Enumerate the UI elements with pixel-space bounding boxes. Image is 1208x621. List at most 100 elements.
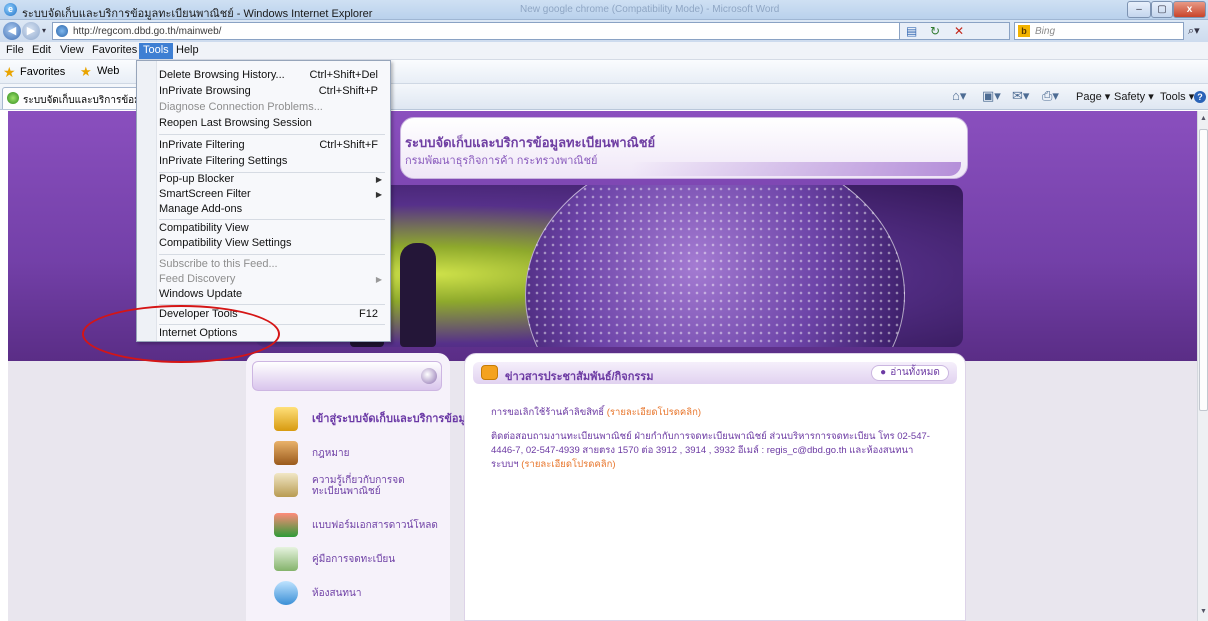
stop-icon[interactable]: ✕ (954, 24, 964, 38)
scroll-down-icon[interactable]: ▼ (1200, 608, 1207, 615)
page-menu-button[interactable]: Page ▾ (1076, 90, 1110, 103)
menu-help[interactable]: Help (172, 43, 203, 59)
menu-item-smartscreen-filter[interactable]: SmartScreen Filter (159, 188, 251, 200)
address-url[interactable]: http://regcom.dbd.go.th/mainweb/ (73, 26, 221, 37)
news-item: ติดต่อสอบถามงานทะเบียนพาณิชย์ ฝ่ายกำกับก… (491, 430, 941, 472)
book-icon (274, 547, 298, 571)
minimize-button[interactable]: – (1127, 1, 1151, 18)
menu-shortcut: Ctrl+Shift+F (319, 139, 378, 151)
pencil-icon (274, 473, 298, 497)
menu-item-inprivate-filtering-settings[interactable]: InPrivate Filtering Settings (159, 155, 287, 167)
sidebar-item-label: แบบฟอร์มเอกสารดาวน์โหลด (312, 520, 438, 531)
vertical-scrollbar[interactable]: ▲ ▼ (1197, 111, 1208, 621)
feeds-icon[interactable]: ▣▾ (982, 88, 1001, 104)
scrollbar-thumb[interactable] (1199, 129, 1208, 411)
sidebar-item-manual[interactable]: คู่มือการจดทะเบียน (254, 545, 444, 575)
scroll-up-icon[interactable]: ▲ (1200, 115, 1207, 122)
background-window-title: New google chrome (Compatibility Mode) -… (520, 4, 780, 15)
favorites-star-icon[interactable]: ★ (3, 64, 16, 81)
sidebar-item-label: กฎหมาย (312, 448, 350, 459)
gavel-icon (274, 441, 298, 465)
menu-item-inprivate-filtering[interactable]: InPrivate Filtering (159, 139, 245, 151)
businessman-silhouette (400, 243, 436, 347)
sidebar-item-label: ห้องสนทนา (312, 588, 362, 599)
print-icon[interactable]: ⎙▾ (1042, 88, 1059, 104)
sidebar-item-forum[interactable]: ห้องสนทนา (254, 579, 444, 609)
forward-button[interactable]: ▶ (22, 22, 40, 40)
menu-item-inprivate-browsing[interactable]: InPrivate Browsing (159, 85, 251, 97)
tools-menu-button[interactable]: Tools ▾ (1160, 90, 1194, 103)
menu-item-manage-addons[interactable]: Manage Add-ons (159, 203, 242, 215)
maximize-button[interactable]: ▢ (1151, 1, 1173, 18)
menu-separator (159, 134, 385, 135)
close-button[interactable]: x (1173, 1, 1206, 18)
read-all-label: อ่านทั้งหมด (890, 367, 940, 378)
compatibility-icon[interactable]: ▤ (906, 24, 917, 38)
news-item: การขอเลิกใช้ร้านค้าลิขสิทธิ์ (รายละเอียด… (491, 406, 941, 420)
web-slice-link[interactable]: Web (97, 65, 119, 77)
menu-file[interactable]: File (2, 43, 28, 59)
site-title: ระบบจัดเก็บและบริการข้อมูลทะเบียนพาณิชย์ (405, 135, 656, 150)
address-toolbar: ◀ ▶ ▾ http://regcom.dbd.go.th/mainweb/ ▤… (0, 20, 1208, 42)
menu-item-windows-update[interactable]: Windows Update (159, 288, 242, 300)
annotation-circle (82, 305, 280, 363)
site-subtitle: กรมพัฒนาธุรกิจการค้า กระทรวงพาณิชย์ (405, 155, 598, 167)
sidebar-item-downloads[interactable]: แบบฟอร์มเอกสารดาวน์โหลด (254, 511, 444, 541)
chat-icon (274, 581, 298, 605)
submenu-arrow-icon: ▶ (375, 275, 382, 284)
news-title: ข่าวสารประชาสัมพันธ์/กิจกรรม (505, 371, 654, 383)
tab-current[interactable]: ระบบจัดเก็บและบริการข้อมูลทะเบียนพาณิชย์ (2, 87, 140, 109)
favorites-button[interactable]: Favorites (20, 66, 65, 78)
search-input[interactable]: b Bing (1014, 22, 1184, 40)
menu-item-diagnose-connection: Diagnose Connection Problems... (159, 101, 323, 113)
menu-shortcut: Ctrl+Shift+Del (309, 69, 378, 81)
sidebar-header (252, 361, 442, 391)
news-item-text: การขอเลิกใช้ร้านค้าลิขสิทธิ์ (491, 407, 607, 418)
menu-edit[interactable]: Edit (28, 43, 55, 59)
site-header: ระบบจัดเก็บและบริการข้อมูลทะเบียนพาณิชย์… (400, 117, 968, 179)
menu-item-reopen-last-session[interactable]: Reopen Last Browsing Session (159, 117, 312, 129)
home-icon[interactable]: ⌂▾ (952, 88, 966, 104)
sidebar-item-label: คู่มือการจดทะเบียน (312, 554, 396, 565)
sidebar-item-law[interactable]: กฎหมาย (254, 439, 444, 469)
menu-item-compatibility-view[interactable]: Compatibility View (159, 222, 249, 234)
header-decoration (631, 162, 961, 176)
menu-tools[interactable]: Tools (139, 43, 173, 59)
news-detail-link[interactable]: (รายละเอียดโปรดคลิก) (607, 407, 701, 418)
sidebar-item-knowledge[interactable]: ความรู้เกี่ยวกับการจดทะเบียนพาณิชย์ (254, 471, 444, 505)
help-icon[interactable]: ? (1194, 91, 1206, 103)
menu-item-popup-blocker[interactable]: Pop-up Blocker (159, 173, 234, 185)
mail-icon[interactable]: ✉▾ (1012, 88, 1029, 104)
menu-item-feed-discovery: Feed Discovery (159, 273, 236, 285)
menu-item-compatibility-view-settings[interactable]: Compatibility View Settings (159, 237, 291, 249)
menu-shortcut: F12 (359, 308, 378, 320)
read-all-button[interactable]: ● อ่านทั้งหมด (871, 365, 949, 381)
search-placeholder: Bing (1035, 26, 1056, 37)
tools-dropdown-menu: Delete Browsing History... Ctrl+Shift+De… (136, 60, 391, 342)
tab-favicon-icon (7, 92, 19, 104)
search-icon[interactable]: ⌕▾ (1188, 24, 1200, 38)
menu-view[interactable]: View (56, 43, 88, 59)
submenu-arrow-icon: ▶ (375, 190, 382, 199)
address-tools: ▤ ↻ ✕ (900, 22, 1010, 40)
menu-shortcut: Ctrl+Shift+P (318, 85, 378, 97)
menu-separator (159, 219, 385, 220)
menu-item-subscribe-feed: Subscribe to this Feed... (159, 258, 278, 270)
site-favicon-icon (56, 25, 68, 37)
sidebar-item-login[interactable]: เข้าสู่ระบบจัดเก็บและบริการข้อมูล (254, 405, 472, 435)
refresh-icon[interactable]: ↻ (930, 24, 940, 38)
safety-menu-button[interactable]: Safety ▾ (1114, 90, 1154, 103)
bing-icon: b (1018, 25, 1030, 37)
menu-item-delete-browsing-history[interactable]: Delete Browsing History... (159, 69, 285, 81)
tab-label: ระบบจัดเก็บและบริการข้อมูลทะเบียนพาณิชย์ (23, 95, 137, 106)
add-to-favorites-icon[interactable]: ★ (80, 64, 92, 80)
recent-pages-chevron-icon[interactable]: ▾ (42, 26, 46, 35)
window-title-bar: e ระบบจัดเก็บและบริการข้อมูลทะเบียนพาณิช… (0, 0, 1208, 20)
globe-dots-graphic (525, 185, 905, 347)
sidebar-item-label: ความรู้เกี่ยวกับการจดทะเบียนพาณิชย์ (312, 475, 405, 497)
back-button[interactable]: ◀ (3, 22, 21, 40)
news-detail-link[interactable]: (รายละเอียดโปรดคลิก) (521, 459, 615, 470)
address-field[interactable]: http://regcom.dbd.go.th/mainweb/ (52, 22, 900, 40)
download-icon (274, 513, 298, 537)
menu-favorites[interactable]: Favorites (88, 43, 141, 59)
